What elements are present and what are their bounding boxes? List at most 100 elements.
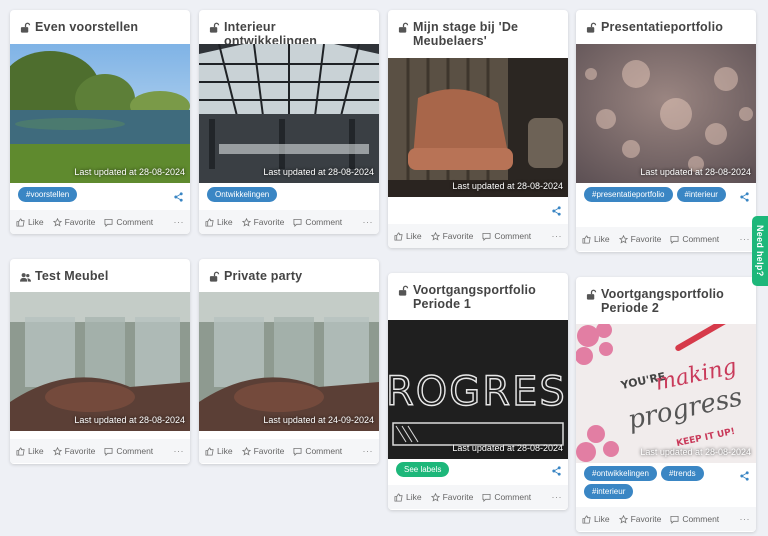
favorite-label: Favorite <box>64 217 96 227</box>
favorite-button[interactable]: Favorite <box>430 231 473 241</box>
card-thumbnail[interactable]: YOU'RE making progress KEEP IT UP! Last … <box>576 324 756 463</box>
unlock-icon <box>398 22 409 33</box>
comment-icon <box>670 515 679 524</box>
tag-badge[interactable]: #trends <box>660 466 704 481</box>
more-options[interactable]: ··· <box>174 217 185 227</box>
more-options[interactable]: ··· <box>740 234 751 244</box>
card-title[interactable]: Private party <box>224 269 302 283</box>
card-title[interactable]: Voortgangsportfolio Periode 1 <box>413 283 560 311</box>
card-thumbnail[interactable]: ROGRESS Last updated at 28-08-2024 <box>388 320 568 459</box>
portfolio-card[interactable]: Voortgangsportfolio Periode 2 YOU'RE mak… <box>576 277 756 532</box>
share-icon[interactable] <box>740 192 749 202</box>
like-button[interactable]: Like <box>16 217 44 227</box>
card-title[interactable]: Voortgangsportfolio Periode 2 <box>601 287 748 315</box>
card-actions: Like Favorite Comment ··· <box>388 485 568 509</box>
tag-badge[interactable]: Ontwikkelingen <box>207 187 278 202</box>
comment-button[interactable]: Comment <box>482 492 531 502</box>
card-actions: Like Favorite Comment ··· <box>576 227 756 251</box>
favorite-button[interactable]: Favorite <box>241 446 284 456</box>
tag-badge[interactable]: #ontwikkelingen <box>584 466 657 481</box>
comment-button[interactable]: Comment <box>670 514 719 524</box>
card-actions: Like Favorite Comment ··· <box>10 210 190 234</box>
thumbs-up-icon <box>582 234 591 244</box>
thumbs-up-icon <box>394 492 403 502</box>
card-thumbnail[interactable]: Last updated at 28-08-2024 <box>388 58 568 197</box>
card-title[interactable]: Mijn stage bij 'De Meubelaers' <box>413 20 560 48</box>
see-labels-button[interactable]: See labels <box>396 462 450 477</box>
star-icon <box>52 217 62 227</box>
last-updated: Last updated at 28-08-2024 <box>452 443 563 453</box>
like-label: Like <box>28 446 44 456</box>
favorite-button[interactable]: Favorite <box>52 217 96 227</box>
favorite-button[interactable]: Favorite <box>618 234 661 244</box>
share-icon[interactable] <box>552 206 561 216</box>
comment-button[interactable]: Comment <box>293 217 342 227</box>
comment-button[interactable]: Comment <box>482 231 531 241</box>
portfolio-card[interactable]: Presentatieportfolio Last updated at 28-… <box>576 10 756 252</box>
like-button[interactable]: Like <box>582 514 610 524</box>
last-updated: Last updated at 28-08-2024 <box>74 167 185 177</box>
more-options[interactable]: ··· <box>174 446 185 456</box>
card-actions: Like Favorite Comment ··· <box>10 439 190 463</box>
comment-button[interactable]: Comment <box>293 446 342 456</box>
card-title[interactable]: Test Meubel <box>35 269 109 283</box>
portfolio-card[interactable]: Private party Last updated at 24-09-2024… <box>199 259 379 464</box>
card-title[interactable]: Even voorstellen <box>35 20 138 34</box>
thumbs-up-icon <box>16 217 25 227</box>
last-updated: Last updated at 28-08-2024 <box>640 447 751 457</box>
favorite-button[interactable]: Favorite <box>618 514 661 524</box>
card-actions: Like Favorite Comment ··· <box>199 210 379 234</box>
portfolio-card[interactable]: Interieur ontwikkelingen Last updated at… <box>199 10 379 234</box>
comment-button[interactable]: Comment <box>670 234 719 244</box>
like-button[interactable]: Like <box>582 234 610 244</box>
star-icon <box>430 492 440 502</box>
comment-label: Comment <box>116 446 154 456</box>
share-icon[interactable] <box>552 466 561 476</box>
like-button[interactable]: Like <box>394 231 422 241</box>
like-button[interactable]: Like <box>16 446 44 456</box>
portfolio-card[interactable]: Test Meubel Last updated at 28-08-2024 L… <box>10 259 190 464</box>
card-thumbnail[interactable]: Last updated at 28-08-2024 <box>10 292 190 431</box>
tag-badge[interactable]: #voorstellen <box>18 187 78 202</box>
favorite-label: Favorite <box>442 492 474 502</box>
card-thumbnail[interactable]: Last updated at 28-08-2024 <box>199 44 379 183</box>
comment-icon <box>104 447 113 456</box>
tag-badge[interactable]: #interieur <box>676 187 726 202</box>
favorite-button[interactable]: Favorite <box>430 492 474 502</box>
favorite-label: Favorite <box>253 217 285 227</box>
more-options[interactable]: ··· <box>552 231 563 241</box>
more-options[interactable]: ··· <box>363 446 374 456</box>
comment-label: Comment <box>305 217 343 227</box>
tag-badge[interactable]: #interieur <box>584 484 634 499</box>
need-help-tab[interactable]: Need help? <box>752 216 768 286</box>
comment-button[interactable]: Comment <box>104 446 153 456</box>
like-button[interactable]: Like <box>205 217 233 227</box>
favorite-button[interactable]: Favorite <box>52 446 95 456</box>
thumbs-up-icon <box>394 231 403 241</box>
like-button[interactable]: Like <box>394 492 422 502</box>
share-icon[interactable] <box>174 192 183 202</box>
tag-badge[interactable]: #presentatieportfolio <box>584 187 673 202</box>
share-icon[interactable] <box>740 471 749 481</box>
portfolio-card[interactable]: Even voorstellen Last updated at 28-08-2… <box>10 10 190 234</box>
comment-button[interactable]: Comment <box>104 217 153 227</box>
card-title[interactable]: Presentatieportfolio <box>601 20 723 34</box>
favorite-button[interactable]: Favorite <box>241 217 285 227</box>
card-thumbnail[interactable]: Last updated at 28-08-2024 <box>10 44 190 183</box>
last-updated: Last updated at 28-08-2024 <box>263 167 374 177</box>
thumbs-up-icon <box>582 514 591 524</box>
card-thumbnail[interactable]: Last updated at 24-09-2024 <box>199 292 379 431</box>
more-options[interactable]: ··· <box>740 514 751 524</box>
unlock-icon <box>209 271 220 282</box>
portfolio-card[interactable]: Mijn stage bij 'De Meubelaers' Last upda… <box>388 10 568 248</box>
comment-icon <box>293 447 302 456</box>
need-help-label: Need help? <box>755 225 765 277</box>
like-button[interactable]: Like <box>205 446 233 456</box>
card-thumbnail[interactable]: Last updated at 28-08-2024 <box>576 44 756 183</box>
card-actions: Like Favorite Comment ··· <box>199 439 379 463</box>
more-options[interactable]: ··· <box>552 492 563 502</box>
portfolio-card[interactable]: Voortgangsportfolio Periode 1 ROGRESS La… <box>388 273 568 510</box>
like-label: Like <box>594 234 610 244</box>
more-options[interactable]: ··· <box>363 217 374 227</box>
like-label: Like <box>406 492 422 502</box>
